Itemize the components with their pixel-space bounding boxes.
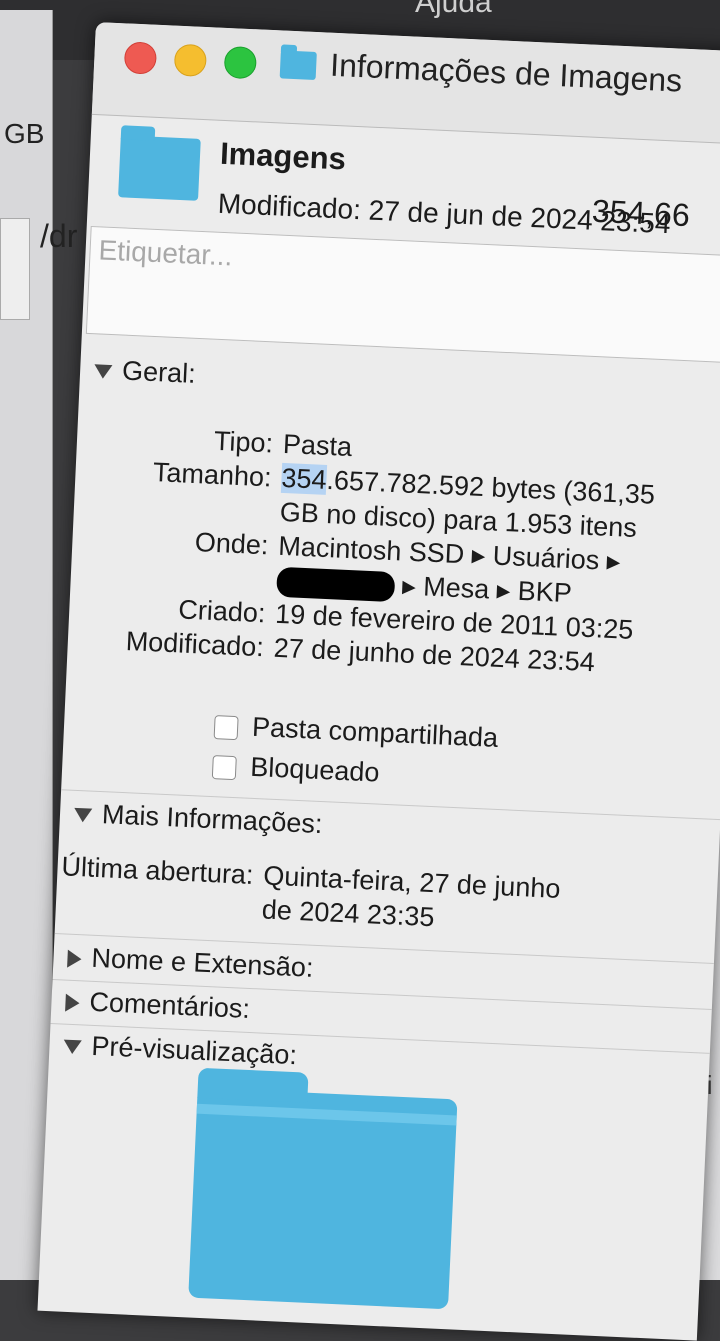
type-label: Tipo: <box>213 425 274 459</box>
locked-label: Bloqueado <box>249 751 381 788</box>
modified-label: Modificado: <box>125 626 265 663</box>
item-modified-label: Modificado: <box>217 187 362 226</box>
locked-checkbox[interactable] <box>211 754 237 780</box>
item-name: Imagens <box>219 135 347 177</box>
left-window-field <box>0 218 30 320</box>
get-info-window: Informações de Imagens Imagens 354,66 Mo… <box>37 22 720 1341</box>
section-general-title: Geral: <box>121 355 197 389</box>
folder-icon <box>118 135 201 201</box>
size-label: Tamanho: <box>152 457 273 493</box>
last-opened-label: Última abertura: <box>60 851 255 891</box>
close-button[interactable] <box>123 41 158 75</box>
left-window-text: /dr <box>40 218 78 254</box>
minimize-button[interactable] <box>173 43 208 78</box>
disclosure-down-icon[interactable] <box>73 807 93 823</box>
title-folder-icon <box>279 50 317 81</box>
section-comments[interactable]: Comentários: <box>65 986 251 1025</box>
section-name-extension[interactable]: Nome e Extensão: <box>67 942 314 984</box>
menu-fragment: Ajuda <box>415 0 492 19</box>
section-more-info[interactable]: Mais Informações: <box>73 798 323 840</box>
disclosure-right-icon[interactable] <box>67 949 82 969</box>
section-name-extension-title: Nome e Extensão: <box>90 942 315 983</box>
section-more-info-title: Mais Informações: <box>101 799 324 840</box>
tags-field[interactable] <box>85 225 720 366</box>
section-preview[interactable]: Pré-visualização: <box>63 1030 298 1072</box>
disclosure-down-icon[interactable] <box>93 364 113 379</box>
background-left-window: GB /dr <box>0 10 77 1280</box>
where-value-path: ▸ Mesa ▸ BKP <box>401 570 573 609</box>
size-selected-text: 354 <box>280 462 328 495</box>
tags-input[interactable] <box>95 233 701 295</box>
redaction <box>276 566 396 602</box>
last-opened-value-line2: de 2024 23:35 <box>261 894 436 933</box>
section-preview-title: Pré-visualização: <box>90 1030 298 1071</box>
disclosure-right-icon[interactable] <box>65 993 80 1013</box>
shared-folder-row[interactable]: Pasta compartilhada <box>213 710 499 754</box>
disclosure-down-icon[interactable] <box>63 1039 82 1055</box>
section-general[interactable]: Geral: <box>93 354 197 390</box>
created-label: Criado: <box>177 594 267 629</box>
where-label: Onde: <box>194 527 270 561</box>
locked-row[interactable]: Bloqueado <box>211 750 381 789</box>
zoom-button[interactable] <box>223 45 258 80</box>
left-window-text: GB <box>4 118 45 149</box>
section-comments-title: Comentários: <box>88 986 251 1024</box>
type-value: Pasta <box>282 428 353 463</box>
shared-folder-checkbox[interactable] <box>213 714 239 741</box>
preview-folder-icon <box>188 1087 458 1310</box>
shared-folder-label: Pasta compartilhada <box>251 711 499 753</box>
window-title: Informações de Imagens <box>329 46 683 99</box>
